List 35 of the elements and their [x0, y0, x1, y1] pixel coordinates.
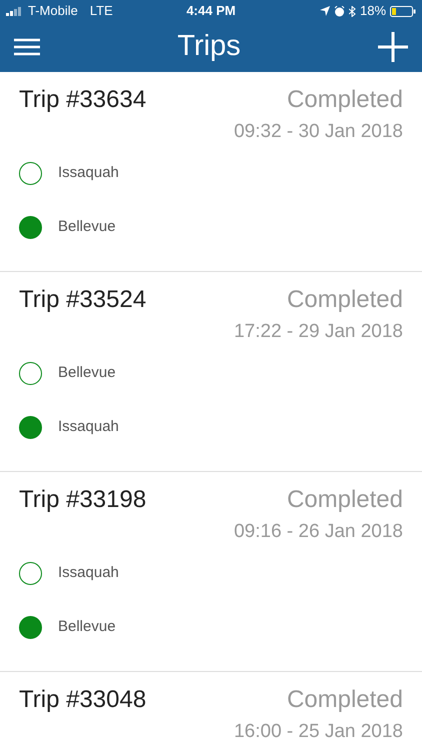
bluetooth-icon	[348, 6, 356, 16]
trip-card[interactable]: Trip #33048 Completed 16:00 - 25 Jan 2018	[0, 672, 422, 746]
plus-icon	[378, 32, 408, 62]
trip-title: Trip #33198	[19, 486, 146, 514]
trip-status: Completed	[286, 485, 403, 515]
trip-card[interactable]: Trip #33524 Completed 17:22 - 29 Jan 2018 Bellevue Issaquah	[0, 272, 422, 472]
signal-icon	[6, 6, 24, 16]
stop-name: Bellevue	[58, 217, 116, 238]
menu-icon	[14, 38, 40, 56]
trip-datetime: 17:22 - 29 Jan 2018	[234, 320, 403, 344]
battery-icon	[390, 6, 416, 16]
location-arrow-icon	[320, 6, 330, 16]
trip-title: Trip #33524	[19, 286, 146, 314]
network-type: LTE	[90, 2, 113, 20]
stop-name: Bellevue	[58, 617, 116, 638]
stop-name: Issaquah	[58, 163, 119, 184]
carrier-name: T-Mobile	[28, 2, 78, 20]
trip-datetime: 16:00 - 25 Jan 2018	[234, 720, 403, 744]
stop-name: Bellevue	[58, 363, 116, 384]
trip-title: Trip #33634	[19, 86, 146, 114]
trip-status: Completed	[286, 685, 403, 715]
trip-card[interactable]: Trip #33634 Completed 09:32 - 30 Jan 2018 Issaquah Bellevue	[0, 72, 422, 272]
alarm-icon	[334, 6, 345, 16]
trip-status: Completed	[286, 85, 403, 115]
trip-datetime: 09:16 - 26 Jan 2018	[234, 520, 403, 544]
trip-status: Completed	[286, 285, 403, 315]
trip-title: Trip #33048	[19, 686, 146, 714]
trip-card[interactable]: Trip #33198 Completed 09:16 - 26 Jan 2018 Issaquah Bellevue	[0, 472, 422, 672]
screen-title: Trips	[177, 29, 241, 64]
battery-percent: 18%	[360, 2, 386, 20]
stop-name: Issaquah	[58, 417, 119, 438]
clock-time: 4:44 PM	[186, 2, 236, 20]
add-button[interactable]	[378, 32, 408, 62]
trip-datetime: 09:32 - 30 Jan 2018	[234, 120, 403, 144]
stop-name: Issaquah	[58, 563, 119, 584]
